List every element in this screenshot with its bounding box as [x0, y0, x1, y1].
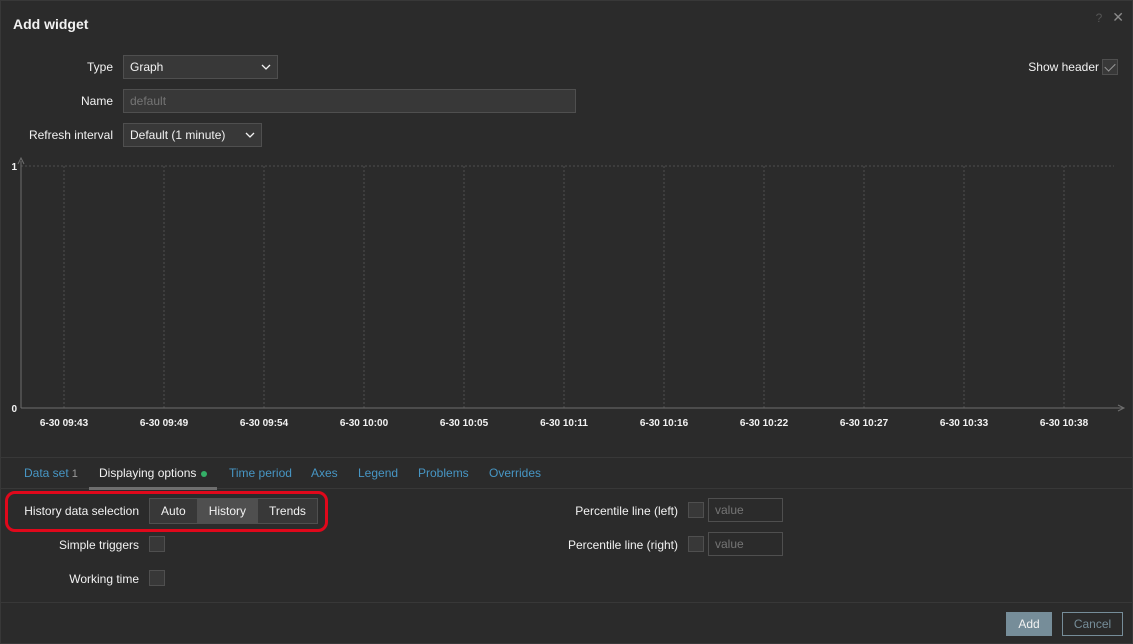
show-header-label: Show header — [1028, 60, 1099, 74]
help-icon[interactable]: ? — [1096, 11, 1103, 25]
simple-triggers-label: Simple triggers — [58, 538, 139, 552]
percentile-left-input[interactable] — [708, 498, 783, 522]
cancel-button[interactable]: Cancel — [1062, 612, 1123, 636]
x-tick-label: 6-30 09:54 — [240, 418, 289, 429]
tab-data-set-count: 1 — [71, 468, 78, 480]
percentile-left-checkbox[interactable] — [688, 502, 704, 518]
type-select-value: Graph — [130, 60, 164, 74]
red-highlight-annotation — [5, 491, 328, 532]
y-tick-label: 1 — [11, 162, 17, 173]
dialog-title: Add widget — [13, 16, 89, 32]
dialog-header-icons: ? ✕ — [1096, 9, 1124, 26]
x-tick-label: 6-30 09:49 — [140, 418, 189, 429]
tab-time-period[interactable]: Time period — [229, 466, 292, 480]
close-icon[interactable]: ✕ — [1112, 9, 1124, 26]
y-tick-label: 0 — [11, 404, 17, 415]
x-tick-label: 6-30 10:00 — [340, 418, 389, 429]
x-tick-label: 6-30 10:27 — [840, 418, 889, 429]
tab-data-set[interactable]: Data set 1 — [24, 466, 78, 480]
simple-triggers-checkbox[interactable] — [149, 536, 165, 552]
dialog-footer — [1, 602, 1133, 644]
tab-problems[interactable]: Problems — [418, 466, 469, 480]
type-select[interactable]: Graph — [123, 55, 278, 79]
type-label: Type — [86, 60, 113, 74]
active-tab-indicator — [89, 487, 217, 490]
show-header-checkbox[interactable] — [1102, 59, 1118, 75]
percentile-left-label: Percentile line (left) — [575, 504, 678, 518]
tab-axes[interactable]: Axes — [311, 466, 338, 480]
chevron-down-icon — [261, 59, 271, 78]
percentile-right-input[interactable] — [708, 532, 783, 556]
x-tick-label: 6-30 10:16 — [640, 418, 689, 429]
working-time-checkbox[interactable] — [149, 570, 165, 586]
tab-data-set-label: Data set — [24, 466, 69, 480]
chevron-down-icon — [245, 127, 255, 146]
x-tick-label: 6-30 10:11 — [540, 418, 588, 429]
x-tick-label: 6-30 10:33 — [940, 418, 989, 429]
tab-bar: Data set 1 Displaying options Time period… — [1, 457, 1133, 490]
modified-indicator-dot — [201, 470, 208, 477]
name-label: Name — [80, 94, 113, 108]
x-tick-label: 6-30 10:38 — [1040, 418, 1089, 429]
x-tick-label: 6-30 09:43 — [40, 418, 89, 429]
tab-displaying-options[interactable]: Displaying options — [99, 466, 208, 480]
graph-preview: 6-30 09:43 6-30 09:49 6-30 09:54 6-30 10:00… — [11, 156, 1126, 429]
refresh-interval-value: Default (1 minute) — [130, 128, 226, 142]
working-time-label: Working time — [69, 572, 139, 586]
percentile-right-label: Percentile line (right) — [567, 538, 678, 552]
tab-displaying-options-label: Displaying options — [99, 466, 197, 480]
x-tick-label: 6-30 10:22 — [740, 418, 789, 429]
name-input[interactable] — [123, 89, 576, 113]
tab-legend[interactable]: Legend — [358, 466, 398, 480]
add-button[interactable]: Add — [1006, 612, 1052, 636]
refresh-interval-select[interactable]: Default (1 minute) — [123, 123, 262, 147]
x-tick-label: 6-30 10:05 — [440, 418, 489, 429]
add-widget-dialog: Add widget ? ✕ Type Graph Name Refresh i… — [0, 0, 1133, 644]
tab-overrides[interactable]: Overrides — [489, 466, 541, 480]
percentile-right-checkbox[interactable] — [688, 536, 704, 552]
refresh-interval-label: Refresh interval — [28, 128, 113, 142]
